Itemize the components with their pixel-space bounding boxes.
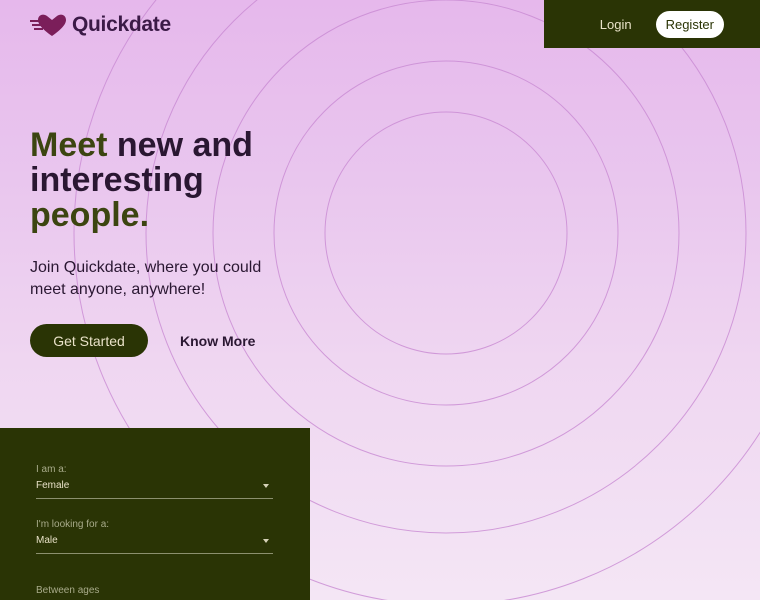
gender-value: Female xyxy=(36,480,70,491)
looking-for-label: I'm looking for a: xyxy=(36,519,110,530)
brand-name: Quickdate xyxy=(72,13,171,36)
looking-for-value: Male xyxy=(36,535,58,546)
hero-title: Meet new and interesting people. xyxy=(30,128,330,233)
hero-subtitle: Join Quickdate, where you could meet any… xyxy=(30,259,262,298)
gender-label: I am a: xyxy=(36,464,67,475)
hero-title-accent-1: Meet xyxy=(30,126,108,164)
caret-down-icon xyxy=(263,484,269,488)
heart-speed-icon xyxy=(30,14,66,36)
top-nav: Login Register xyxy=(544,0,760,48)
ages-label: Between ages xyxy=(36,585,100,596)
register-button[interactable]: Register xyxy=(655,10,724,38)
gender-select[interactable]: Female xyxy=(36,478,273,499)
know-more-link[interactable]: Know More xyxy=(180,333,255,349)
search-panel: I am a: Female I'm looking for a: Male B… xyxy=(0,428,310,600)
brand-logo[interactable]: Quickdate xyxy=(30,12,171,38)
get-started-button[interactable]: Get Started xyxy=(30,324,148,357)
hero-title-accent-2: people. xyxy=(30,196,150,234)
looking-for-select[interactable]: Male xyxy=(36,533,273,554)
login-link[interactable]: Login xyxy=(600,17,632,32)
caret-down-icon xyxy=(263,539,269,543)
